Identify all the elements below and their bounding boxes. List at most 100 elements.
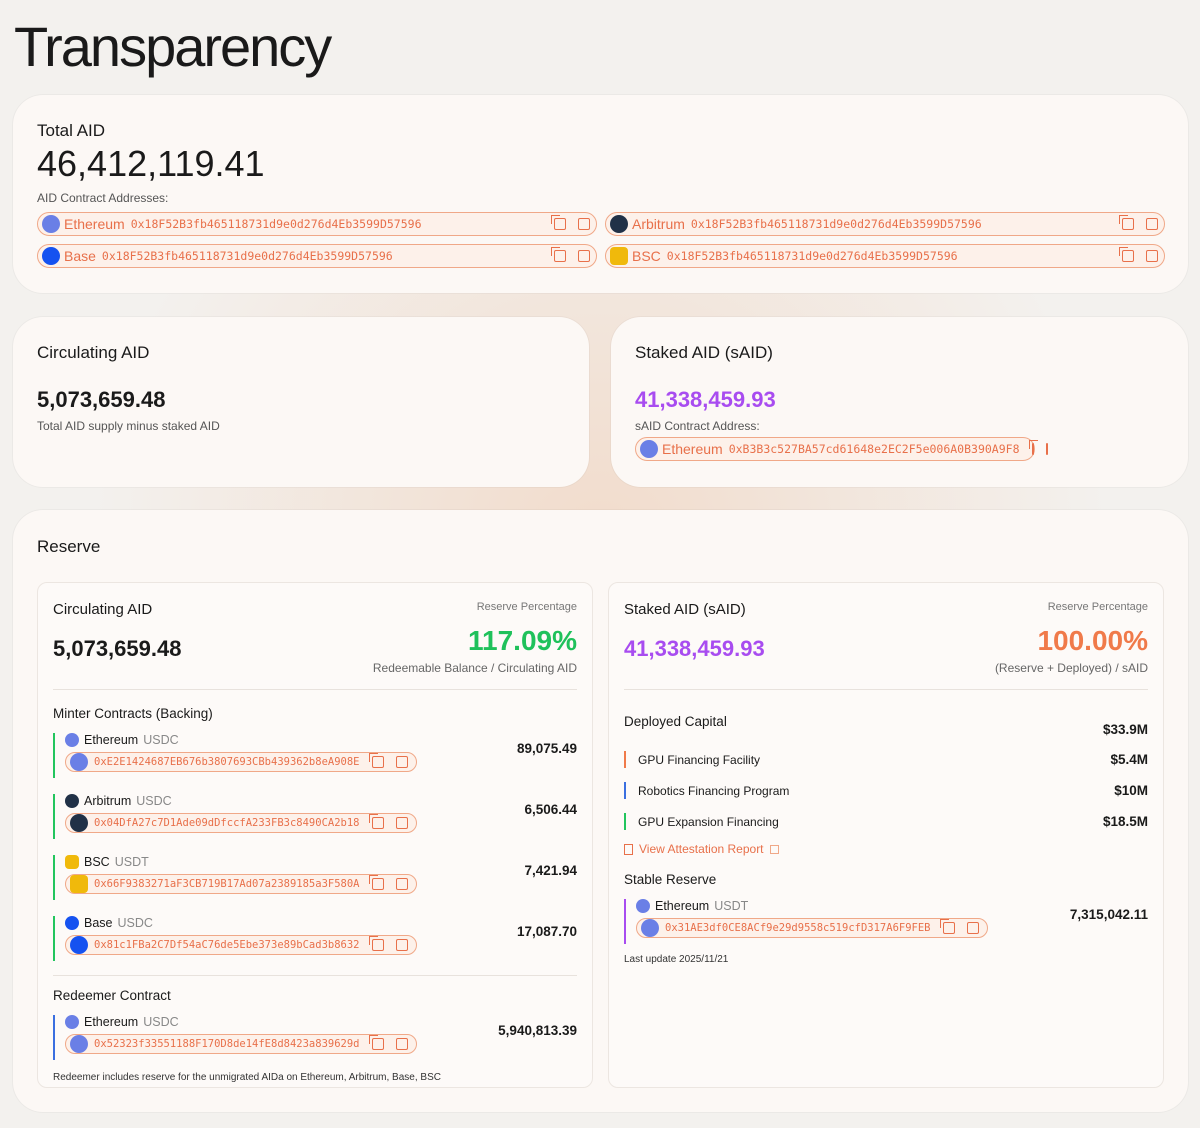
total-aid-label: Total AID [37, 121, 1164, 141]
contract-address-pill[interactable]: 0x66F9383271aF3CB719B17Ad07a2389185a3F58… [65, 874, 417, 894]
arbitrum-icon [70, 814, 88, 832]
reserve-percentage-label: Reserve Percentage [995, 601, 1148, 613]
contract-address-pill[interactable]: Ethereum 0x18F52B3fb465118731d9e0d276d4Eb… [37, 212, 597, 236]
chain-name: Base [64, 248, 96, 264]
contract-address: 0x18F52B3fb465118731d9e0d276d4Eb3599D575… [131, 217, 542, 231]
redeemer-note: Redeemer includes reserve for the unmigr… [53, 1072, 577, 1083]
accent-bar [53, 733, 55, 778]
panel-label: Staked AID (sAID) [624, 601, 765, 618]
address-grid: Ethereum 0x18F52B3fb465118731d9e0d276d4Eb… [37, 212, 1164, 268]
deployed-total: $33.9M [1103, 722, 1148, 737]
chain-name: Ethereum [64, 216, 125, 232]
deployed-item: GPU Expansion Financing$18.5M [624, 813, 1148, 830]
contract-address-pill[interactable]: 0x52323f33551188F170D8de14fE8d8423a83962… [65, 1034, 417, 1054]
token-symbol: USDC [143, 1015, 178, 1029]
contract-address: 0x66F9383271aF3CB719B17Ad07a2389185a3F58… [94, 878, 360, 890]
contract-address: 0x04DfA27c7D1Ade09dDfccfA233FB3c8490CA2b… [94, 817, 360, 829]
last-update: Last update 2025/11/21 [624, 954, 1148, 965]
reserve-title: Reserve [37, 537, 100, 557]
external-link-icon[interactable] [967, 922, 979, 934]
ethereum-icon [65, 1015, 79, 1029]
ethereum-icon [641, 919, 659, 937]
contract-address-pill[interactable]: Arbitrum0x18F52B3fb465118731d9e0d276d4Eb… [605, 212, 1165, 236]
copy-icon[interactable] [1032, 443, 1034, 455]
external-link-icon[interactable] [1146, 250, 1158, 262]
external-link-icon[interactable] [578, 250, 590, 262]
contract-address-pill[interactable]: 0x31AE3df0CE8ACf9e29d9558c519cfD317A6F9F… [636, 918, 988, 938]
external-link-icon[interactable] [396, 1038, 408, 1050]
contract-address: 0x18F52B3fb465118731d9e0d276d4Eb3599D575… [102, 249, 542, 263]
contract-address-pill[interactable]: BSC0x18F52B3fb465118731d9e0d276d4Eb3599D… [605, 244, 1165, 268]
amount: 89,075.49 [517, 741, 577, 756]
external-link-icon[interactable] [1146, 218, 1158, 230]
panel-value: 41,338,459.93 [624, 636, 765, 662]
copy-icon[interactable] [372, 878, 384, 890]
contract-address-pill[interactable]: 0xE2E1424687EB676b3807693CBb439362b8eA90… [65, 752, 417, 772]
copy-icon[interactable] [1122, 250, 1134, 262]
total-aid-value: 46,412,119.41 [37, 143, 1164, 185]
page-title: Transparency [14, 14, 330, 79]
said-address-label: sAID Contract Address: [635, 419, 1164, 433]
staked-value: 41,338,459.93 [635, 387, 1164, 413]
chain-name: BSC [632, 248, 661, 264]
contract-address-pill[interactable]: 0x04DfA27c7D1Ade09dDfccfA233FB3c8490CA2b… [65, 813, 417, 833]
copy-icon[interactable] [372, 939, 384, 951]
amount: 17,087.70 [517, 924, 577, 939]
ethereum-icon [65, 733, 79, 747]
contract-address: 0x18F52B3fb465118731d9e0d276d4Eb3599D575… [691, 217, 1110, 231]
contract-address-pill[interactable]: Ethereum0xB3B3c527BA57cd61648e2EC2F5e006… [635, 437, 1035, 461]
external-link-icon[interactable] [396, 878, 408, 890]
base-icon [65, 916, 79, 930]
external-link-icon[interactable] [396, 817, 408, 829]
minter-title: Minter Contracts (Backing) [53, 706, 577, 721]
external-link-icon[interactable] [1046, 443, 1048, 455]
bsc-icon [65, 855, 79, 869]
accent-bar [53, 916, 55, 961]
copy-icon[interactable] [554, 250, 566, 262]
copy-icon[interactable] [372, 817, 384, 829]
copy-icon[interactable] [372, 756, 384, 768]
external-link-icon[interactable] [578, 218, 590, 230]
deployed-amount: $5.4M [1110, 752, 1148, 767]
arbitrum-icon [65, 794, 79, 808]
view-attestation-link[interactable]: View Attestation Report [624, 842, 1148, 856]
circulating-label: Circulating AID [37, 343, 565, 363]
staked-label: Staked AID (sAID) [635, 343, 1164, 363]
ethereum-icon [636, 899, 650, 913]
token-symbol: USDC [136, 794, 171, 808]
reserve-percentage: 117.09% [373, 625, 577, 657]
total-aid-card: Total AID 46,412,119.41 AID Contract Add… [13, 95, 1188, 293]
external-link-icon[interactable] [396, 939, 408, 951]
deployed-name: GPU Financing Facility [638, 753, 760, 767]
contract-row: EthereumUSDC 89,075.490xE2E1424687EB676b… [53, 733, 577, 776]
addresses-label: AID Contract Addresses: [37, 191, 1164, 205]
copy-icon[interactable] [372, 1038, 384, 1050]
copy-icon[interactable] [1122, 218, 1134, 230]
stable-title: Stable Reserve [624, 872, 1148, 887]
ethereum-icon [640, 440, 658, 458]
staked-reserve-panel: Staked AID (sAID) 41,338,459.93 Reserve … [608, 582, 1164, 1088]
contract-address-pill[interactable]: 0x81c1FBa2C7Df54aC76de5Ebe373e89bCad3b86… [65, 935, 417, 955]
panel-value: 5,073,659.48 [53, 636, 181, 662]
circulating-value: 5,073,659.48 [37, 387, 565, 413]
divider [624, 689, 1148, 690]
base-icon [42, 247, 60, 265]
attestation-label: View Attestation Report [639, 842, 764, 856]
chain-name: Ethereum [662, 441, 723, 457]
chain-name: Ethereum [84, 1015, 138, 1029]
contract-address-pill[interactable]: Base 0x18F52B3fb465118731d9e0d276d4Eb3599… [37, 244, 597, 268]
redeemer-title: Redeemer Contract [53, 988, 577, 1003]
contract-row: EthereumUSDC 5,940,813.390x52323f3355118… [53, 1015, 577, 1058]
circulating-note: Total AID supply minus staked AID [37, 419, 565, 433]
accent-bar [53, 1015, 55, 1060]
bsc-icon [610, 247, 628, 265]
contract-row: ArbitrumUSDC 6,506.440x04DfA27c7D1Ade09d… [53, 794, 577, 837]
copy-icon[interactable] [943, 922, 955, 934]
reserve-formula: (Reserve + Deployed) / sAID [995, 661, 1148, 675]
panel-label: Circulating AID [53, 601, 181, 618]
contract-row: EthereumUSDT 7,315,042.110x31AE3df0CE8AC… [624, 899, 1148, 942]
accent-bar [53, 855, 55, 900]
external-link-icon[interactable] [396, 756, 408, 768]
amount: 7,315,042.11 [1070, 907, 1148, 922]
copy-icon[interactable] [554, 218, 566, 230]
